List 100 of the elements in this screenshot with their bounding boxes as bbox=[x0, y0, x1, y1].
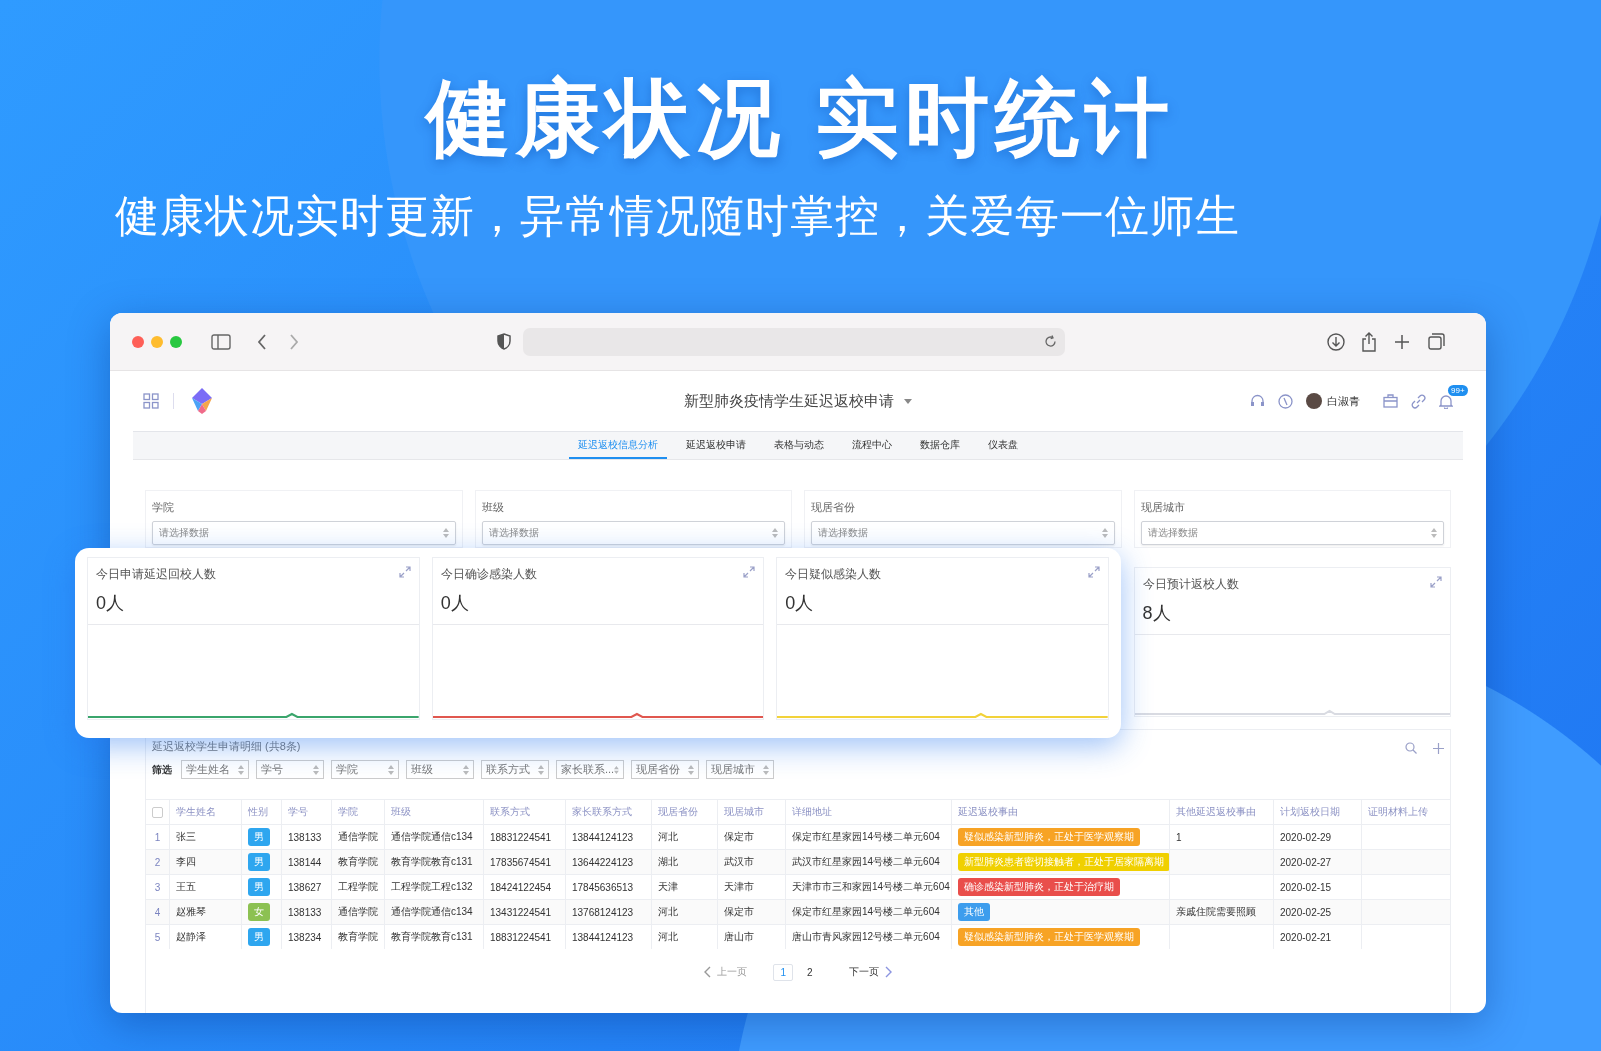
table-cell: 通信学院通信c134 bbox=[391, 905, 473, 919]
download-icon[interactable] bbox=[1327, 332, 1345, 351]
minimize-button[interactable] bbox=[151, 335, 163, 348]
tab[interactable]: 表格与动态 bbox=[765, 432, 833, 459]
headline: 健康状况 实时统计 bbox=[423, 70, 1177, 167]
select-all-checkbox[interactable] bbox=[152, 806, 163, 818]
table-cell: 17835674541 bbox=[490, 856, 552, 868]
search-icon[interactable] bbox=[1405, 742, 1417, 754]
row-number: 2 bbox=[154, 856, 161, 868]
column-filter[interactable]: 联系方式 bbox=[481, 760, 549, 779]
add-icon[interactable] bbox=[1433, 742, 1444, 754]
row-number: 4 bbox=[154, 906, 161, 918]
sort-arrows-icon bbox=[688, 764, 694, 775]
bell-icon[interactable] bbox=[1439, 393, 1453, 409]
link-icon[interactable] bbox=[1411, 393, 1426, 409]
column-header[interactable]: 延迟返校事由 bbox=[958, 805, 1018, 819]
gender-tag: 女 bbox=[248, 903, 270, 921]
select-field[interactable]: 请选择数据 bbox=[811, 521, 1115, 545]
table-cell: 保定市 bbox=[724, 905, 754, 919]
table-cell: 工程学院 bbox=[338, 880, 378, 894]
select-field[interactable]: 请选择数据 bbox=[1140, 521, 1444, 545]
app-grid-icon[interactable] bbox=[143, 393, 159, 409]
sort-arrows-icon bbox=[388, 764, 394, 775]
notification-badge: 99+ bbox=[1448, 384, 1468, 396]
chevron-right-icon[interactable] bbox=[884, 966, 892, 978]
column-filter[interactable]: 现居省份 bbox=[631, 760, 699, 779]
column-filter[interactable]: 学院 bbox=[331, 760, 399, 779]
forward-icon[interactable] bbox=[289, 333, 299, 350]
column-header[interactable]: 家长联系方式 bbox=[572, 805, 632, 819]
column-header[interactable]: 性别 bbox=[248, 805, 268, 819]
shield-icon[interactable] bbox=[497, 333, 511, 350]
table-cell: 通信学院 bbox=[338, 905, 378, 919]
table-cell: 13768124123 bbox=[572, 906, 634, 918]
expand-icon[interactable] bbox=[743, 566, 756, 578]
gender-tag: 男 bbox=[248, 853, 270, 871]
page-button[interactable]: 2 bbox=[801, 964, 819, 980]
table-cell: 2020-02-15 bbox=[1280, 881, 1332, 893]
tab[interactable]: 延迟返校申请 bbox=[677, 432, 755, 459]
tab[interactable]: 延迟返校信息分析 bbox=[569, 432, 667, 459]
gender-tag: 男 bbox=[248, 828, 270, 846]
stat-label: 今日预计返校人数 bbox=[1142, 576, 1239, 593]
column-header[interactable]: 详细地址 bbox=[792, 805, 832, 819]
column-header[interactable]: 其他延迟返校事由 bbox=[1176, 805, 1256, 819]
select-field[interactable]: 请选择数据 bbox=[481, 521, 785, 545]
table-cell: 18424122454 bbox=[490, 881, 552, 893]
select-field[interactable]: 请选择数据 bbox=[152, 521, 456, 545]
column-header[interactable]: 联系方式 bbox=[490, 805, 530, 819]
row-number: 1 bbox=[154, 831, 161, 843]
user-name[interactable]: 白淑青 bbox=[1327, 393, 1360, 409]
page-button[interactable]: 1 bbox=[773, 963, 793, 981]
table-cell: 唐山市青风家园12号楼二单元604 bbox=[792, 930, 940, 944]
table-cell: 王五 bbox=[176, 880, 196, 894]
caret-icon[interactable] bbox=[904, 398, 912, 404]
column-filter[interactable]: 家长联系... bbox=[556, 760, 624, 779]
avatar-icon[interactable] bbox=[1306, 393, 1322, 409]
column-header[interactable]: 现居城市 bbox=[724, 805, 764, 819]
table-cell: 天津市 bbox=[724, 880, 754, 894]
headset-icon[interactable] bbox=[1250, 393, 1265, 409]
chevron-left-icon[interactable] bbox=[704, 966, 712, 978]
column-header[interactable]: 计划返校日期 bbox=[1280, 805, 1340, 819]
table-cell: 2020-02-21 bbox=[1280, 931, 1332, 943]
column-filter[interactable]: 学生姓名 bbox=[181, 760, 249, 779]
tabs-icon[interactable] bbox=[1428, 333, 1445, 350]
column-header[interactable]: 班级 bbox=[391, 805, 411, 819]
reload-icon[interactable] bbox=[1044, 335, 1057, 348]
next-page-link[interactable]: 下一页 bbox=[842, 963, 885, 981]
column-header[interactable]: 学院 bbox=[338, 805, 358, 819]
table-cell: 河北 bbox=[658, 930, 678, 944]
clock-icon[interactable] bbox=[1278, 393, 1293, 409]
column-header[interactable]: 证明材料上传 bbox=[1368, 805, 1428, 819]
column-header[interactable]: 学生姓名 bbox=[176, 805, 216, 819]
expand-icon[interactable] bbox=[1430, 576, 1442, 588]
table-cell: 李四 bbox=[176, 855, 196, 869]
tab[interactable]: 仪表盘 bbox=[979, 432, 1027, 459]
expand-icon[interactable] bbox=[398, 566, 411, 578]
table-cell: 保定市 bbox=[724, 830, 754, 844]
share-icon[interactable] bbox=[1361, 331, 1377, 352]
sort-arrows-icon bbox=[238, 764, 244, 775]
expand-icon[interactable] bbox=[1088, 566, 1100, 578]
table-cell: 河北 bbox=[658, 905, 678, 919]
briefcase-icon[interactable] bbox=[1383, 394, 1398, 408]
sort-arrows-icon bbox=[313, 764, 319, 775]
column-header[interactable]: 现居省份 bbox=[658, 805, 698, 819]
tab[interactable]: 流程中心 bbox=[843, 432, 901, 459]
column-filter[interactable]: 学号 bbox=[256, 760, 324, 779]
column-header[interactable]: 学号 bbox=[288, 805, 308, 819]
column-filter[interactable]: 班级 bbox=[406, 760, 474, 779]
new-tab-icon[interactable] bbox=[1395, 334, 1409, 349]
table-cell: 武汉市红星家园14号楼二单元604 bbox=[792, 855, 940, 869]
maximize-button[interactable] bbox=[170, 335, 182, 348]
back-icon[interactable] bbox=[257, 333, 267, 350]
table-cell: 天津 bbox=[658, 880, 678, 894]
table-cell: 赵静泽 bbox=[176, 930, 206, 944]
table-cell: 湖北 bbox=[658, 855, 678, 869]
reason-tag: 新型肺炎患者密切接触者，正处于居家隔离期 bbox=[958, 853, 1170, 871]
gender-tag: 男 bbox=[248, 928, 270, 946]
sidebar-icon[interactable] bbox=[211, 333, 231, 350]
column-filter[interactable]: 现居城市 bbox=[706, 760, 774, 779]
tab[interactable]: 数据仓库 bbox=[911, 432, 969, 459]
close-button[interactable] bbox=[132, 335, 144, 348]
